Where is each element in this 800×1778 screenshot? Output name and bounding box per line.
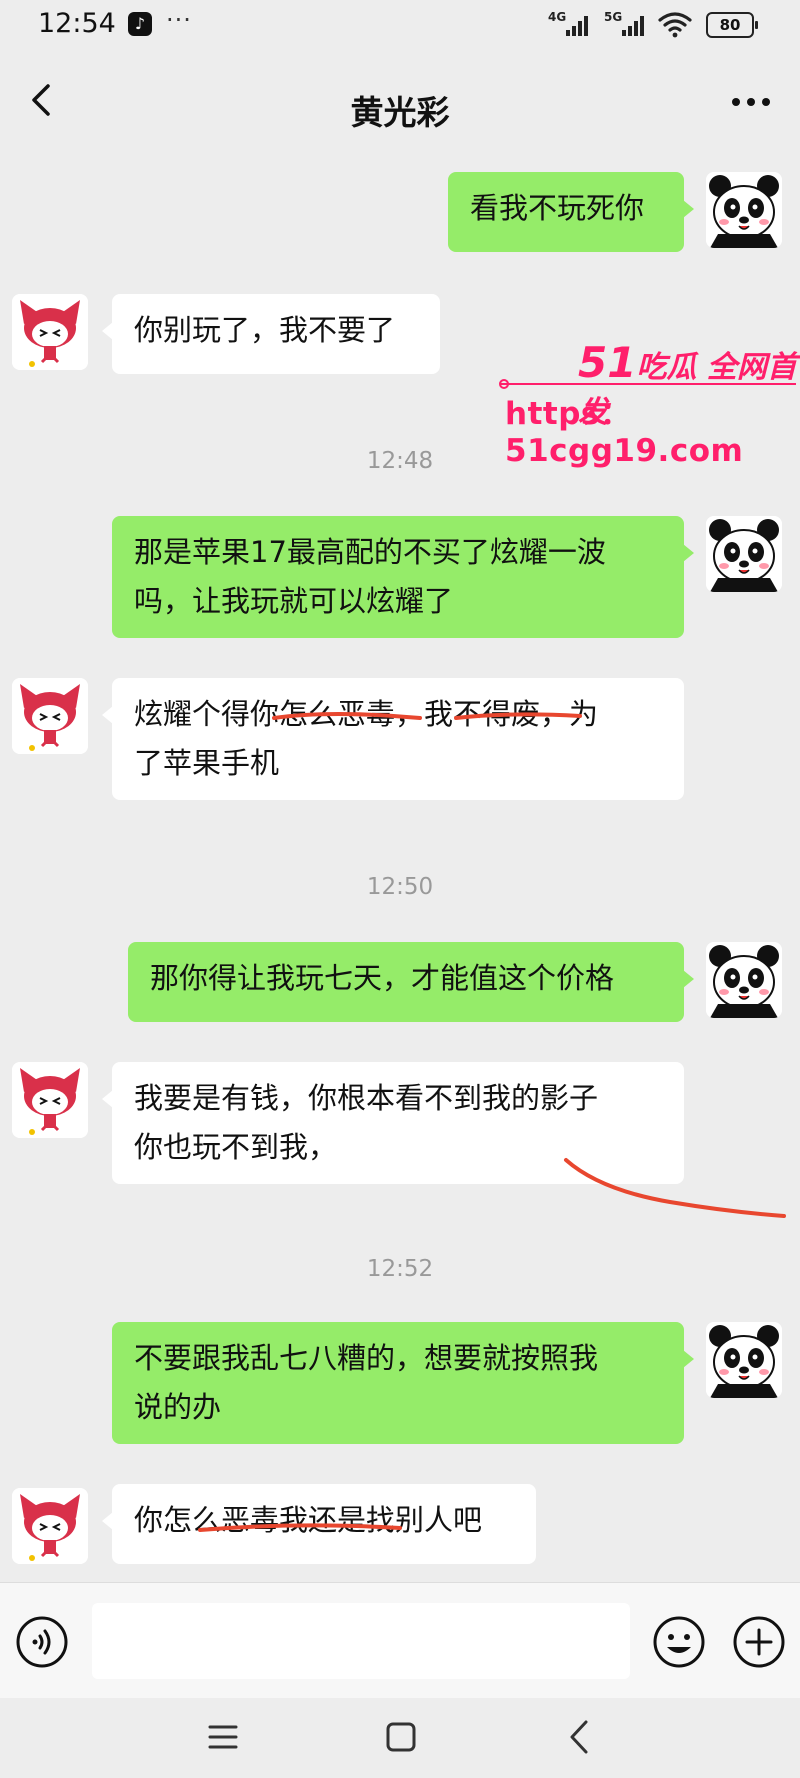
signal-bars-icon (622, 14, 644, 36)
message-text-line: 了苹果手机 (134, 746, 280, 780)
network-label-4g: 4G (548, 10, 567, 24)
system-nav-bar (0, 1698, 800, 1778)
message-input[interactable] (92, 1603, 630, 1679)
message-text: 你别玩了，我不要了 (134, 313, 396, 347)
cartoon-fox-avatar[interactable] (12, 294, 88, 370)
signal-bars-icon (566, 14, 588, 36)
timestamp: 12:48 (366, 448, 434, 474)
emoji-icon[interactable] (652, 1615, 706, 1669)
red-underline-annotation (564, 1158, 786, 1218)
panda-avatar[interactable] (706, 1322, 782, 1398)
message-bubble-received[interactable]: 你别玩了，我不要了 (102, 294, 440, 374)
message-bubble-sent[interactable]: 那是苹果17最高配的不买了炫耀一波 吗，让我玩就可以炫耀了 (112, 516, 694, 638)
more-horizontal-icon[interactable] (730, 96, 772, 108)
timestamp: 12:52 (366, 1256, 434, 1282)
menu-icon[interactable] (206, 1720, 240, 1754)
cartoon-fox-avatar[interactable] (12, 1488, 88, 1564)
message-bubble-sent[interactable]: 那你得让我玩七天，才能值这个价格 (128, 942, 694, 1022)
status-more-dots: ··· (166, 6, 192, 34)
status-bar: 12:54 ♪ ··· 4G 5G 80 (0, 0, 800, 50)
message-text: 看我不玩死你 (470, 191, 645, 225)
fox-icon (12, 1488, 88, 1564)
message-bubble-received[interactable]: 炫耀个得你怎么恶毒，我不得废，为 了苹果手机 (102, 678, 684, 800)
chat-title: 黄光彩 (350, 93, 450, 132)
message-text-line: 我要是有钱，你根本看不到我的影子 (134, 1081, 599, 1115)
cartoon-fox-avatar[interactable] (12, 1062, 88, 1138)
panda-icon (706, 516, 782, 592)
wifi-icon (658, 12, 692, 38)
fox-icon (12, 678, 88, 754)
panda-avatar[interactable] (706, 942, 782, 1018)
plus-icon[interactable] (732, 1615, 786, 1669)
message-text-line: 那是苹果17最高配的不买了炫耀一波 (134, 535, 606, 569)
message-text-line: 不要跟我乱七八糟的，想要就按照我 (134, 1341, 599, 1375)
message-text-line: 说的办 (134, 1390, 222, 1424)
message-bubble-sent[interactable]: 不要跟我乱七八糟的，想要就按照我 说的办 (112, 1322, 694, 1444)
fox-icon (12, 294, 88, 370)
message-text-line: 吗，让我玩就可以炫耀了 (134, 584, 454, 618)
timestamp: 12:50 (366, 874, 434, 900)
input-bar (0, 1582, 800, 1699)
red-strike-annotation (198, 1523, 402, 1532)
red-strike-annotation (272, 712, 582, 720)
fox-icon (12, 1062, 88, 1138)
panda-icon (706, 942, 782, 1018)
panda-icon (706, 1322, 782, 1398)
home-square-icon[interactable] (384, 1720, 418, 1754)
status-time: 12:54 (38, 8, 116, 39)
message-bubble-sent[interactable]: 看我不玩死你 (448, 172, 694, 252)
panda-avatar[interactable] (706, 516, 782, 592)
back-triangle-icon[interactable] (562, 1718, 596, 1756)
message-text: 那你得让我玩七天，才能值这个价格 (150, 961, 615, 995)
panda-avatar[interactable] (706, 172, 782, 248)
cartoon-fox-avatar[interactable] (12, 678, 88, 754)
chat-header: 黄光彩 (0, 50, 800, 150)
battery-indicator: 80 (706, 12, 758, 38)
voice-icon[interactable] (15, 1615, 69, 1669)
tiktok-icon: ♪ (128, 12, 152, 36)
network-label-5g: 5G (604, 10, 623, 24)
panda-icon (706, 172, 782, 248)
